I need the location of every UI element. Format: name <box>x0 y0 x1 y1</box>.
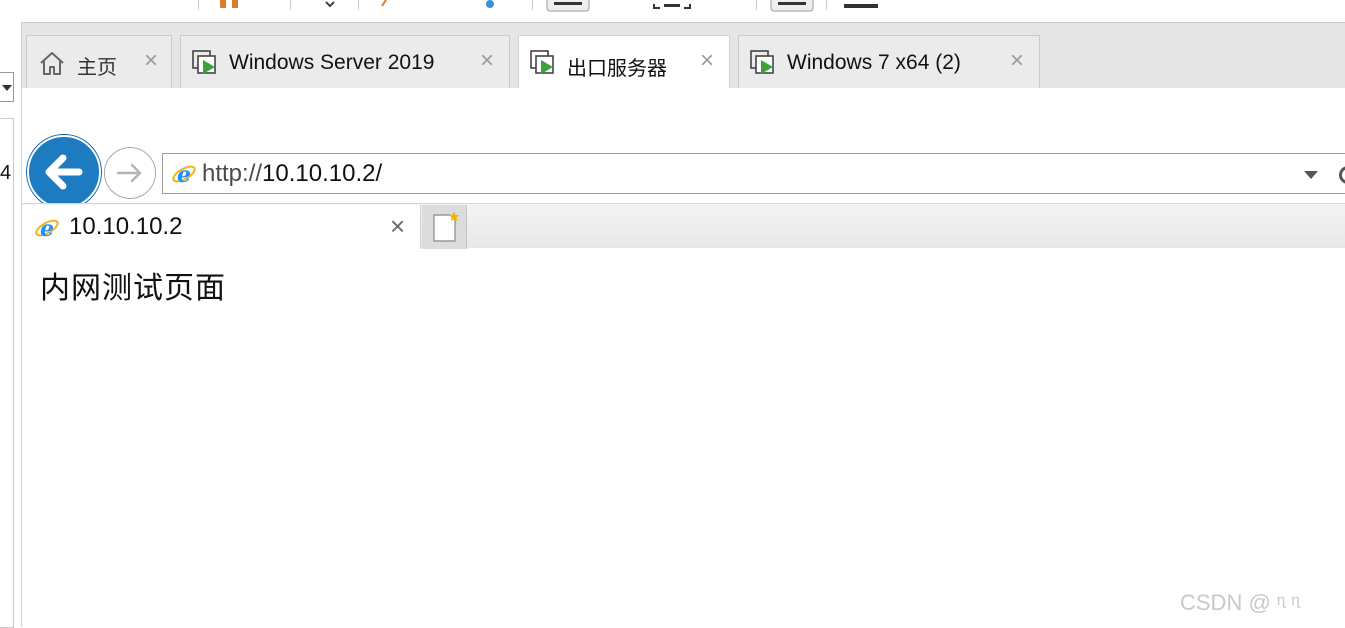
ie-logo-icon: e <box>35 216 59 241</box>
address-dropdown-icon[interactable] <box>1304 171 1318 179</box>
library-tree[interactable] <box>0 118 14 628</box>
fullscreen-icon[interactable] <box>650 0 694 10</box>
close-icon[interactable]: × <box>139 49 163 73</box>
toolbar-separator <box>826 0 827 10</box>
toolbar-separator <box>532 0 533 10</box>
tab-windows-7-x64-2[interactable]: Windows 7 x64 (2) × <box>738 35 1040 89</box>
close-icon[interactable]: × <box>1005 49 1029 73</box>
unity-view-icon[interactable] <box>770 0 814 12</box>
tab-home[interactable]: 主页 × <box>26 35 172 89</box>
vm-play-icon <box>530 50 554 74</box>
revert-icon[interactable] <box>376 0 396 10</box>
refresh-icon[interactable] <box>1339 166 1345 184</box>
vm-play-icon <box>750 50 774 74</box>
new-tab-button[interactable] <box>422 205 467 249</box>
tab-label: Windows Server 2019 <box>229 51 435 74</box>
arrow-right-icon <box>116 163 142 183</box>
snapshot-icon[interactable] <box>218 0 244 10</box>
library-item-text: 4 <box>0 162 12 184</box>
svg-text:e: e <box>40 216 54 241</box>
forward-button[interactable] <box>104 147 156 199</box>
vm-play-icon <box>192 50 216 74</box>
new-tab-icon <box>433 211 460 242</box>
toolbar-separator <box>358 0 359 10</box>
toolbar-separator <box>756 0 757 10</box>
view-options-icon[interactable] <box>842 0 880 10</box>
watermark: CSDN @ ᶯ ᶯ <box>1180 590 1300 615</box>
vm-tab-strip: 主页 × Windows Server 2019 × 出口服务器 × Windo… <box>22 22 1345 90</box>
toolbar-separator <box>290 0 291 10</box>
vmware-toolbar <box>0 0 1345 22</box>
browser-tab[interactable]: e 10.10.10.2 × <box>22 205 421 249</box>
browser-tab-bar: e 10.10.10.2 × <box>22 203 1345 249</box>
tab-label: Windows 7 x64 (2) <box>787 51 961 74</box>
close-icon[interactable]: × <box>695 49 719 73</box>
close-icon[interactable]: × <box>475 49 499 73</box>
home-icon <box>40 52 64 75</box>
url-text[interactable]: http://10.10.10.2/ <box>202 160 382 188</box>
svg-text:e: e <box>177 162 191 187</box>
tab-label: 出口服务器 <box>567 56 667 80</box>
dropdown-arrow-icon[interactable] <box>320 0 340 10</box>
ie-logo-icon: e <box>172 162 196 187</box>
tab-label: 主页 <box>77 55 117 79</box>
arrow-left-icon <box>45 154 83 190</box>
tab-exit-server[interactable]: 出口服务器 × <box>518 35 730 90</box>
library-panel-edge: 4 <box>0 22 22 628</box>
close-icon[interactable]: × <box>390 213 405 239</box>
toolbar-separator <box>198 0 199 10</box>
address-bar[interactable]: e http://10.10.10.2/ <box>162 153 1345 194</box>
back-button[interactable] <box>27 135 101 209</box>
library-dropdown[interactable] <box>0 72 14 102</box>
manage-snapshot-icon[interactable] <box>480 0 500 10</box>
browser-tab-title: 10.10.10.2 <box>69 213 183 240</box>
vm-console[interactable]: e http://10.10.10.2/ e 10.10.10.2 × 内网测试… <box>22 88 1345 627</box>
console-view-icon[interactable] <box>546 0 590 12</box>
page-content-text: 内网测试页面 <box>40 271 226 306</box>
tab-windows-server-2019[interactable]: Windows Server 2019 × <box>180 35 510 89</box>
